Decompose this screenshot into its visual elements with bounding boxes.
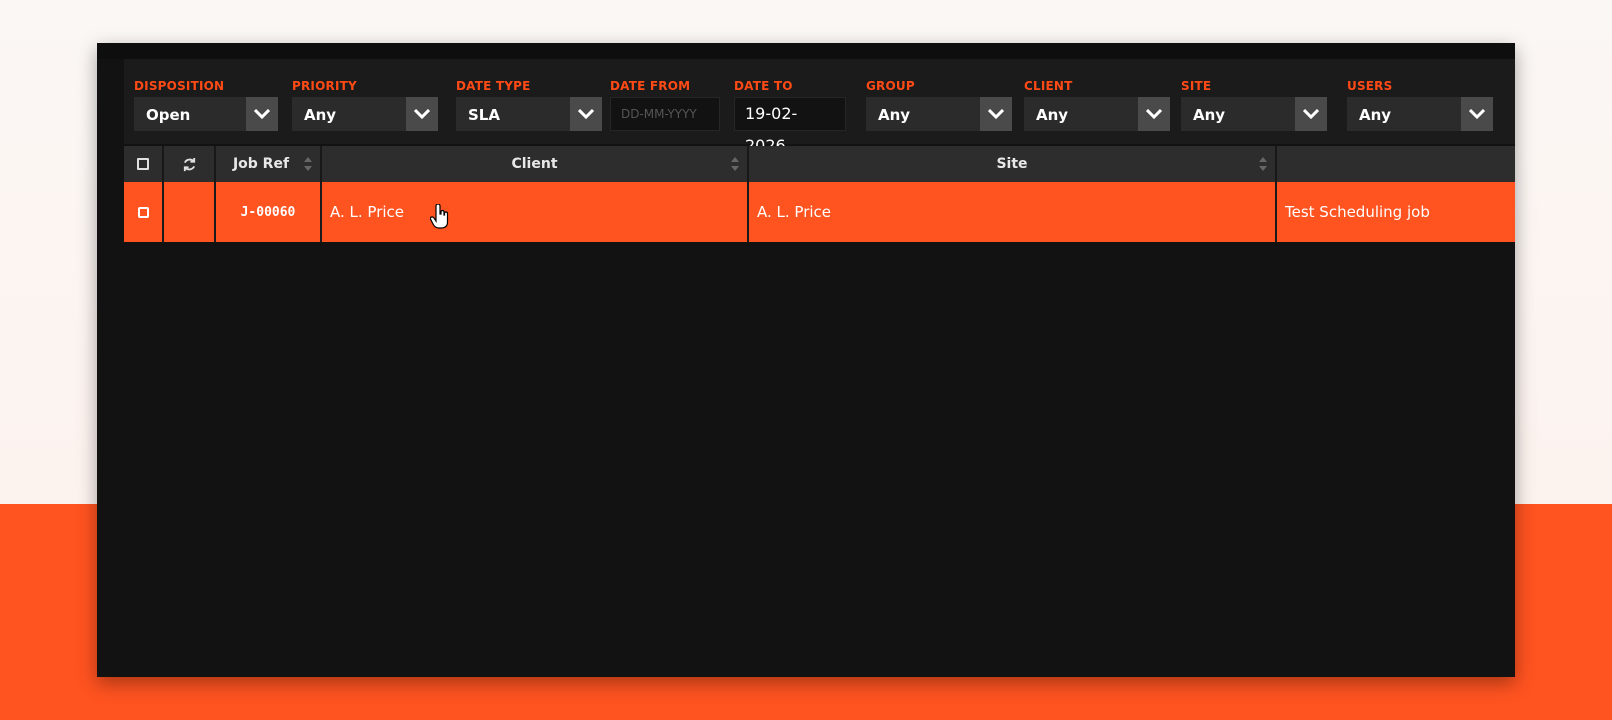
select-all-column[interactable] [124,146,164,182]
filter-group: GROUP Any [856,59,1012,144]
filter-label: USERS [1347,79,1393,93]
job-ref-cell[interactable]: J-00060 [216,182,322,242]
client-select[interactable]: Any [1024,97,1170,131]
disposition-select[interactable]: Open [134,97,278,131]
filter-priority: PRIORITY Any [282,59,442,144]
group-select[interactable]: Any [866,97,1012,131]
chevron-down-icon[interactable] [406,97,438,131]
top-strip [97,43,1515,59]
users-select[interactable]: Any [1347,97,1493,131]
filter-label: DISPOSITION [134,79,225,93]
filter-bar: DISPOSITION Open PRIORITY Any DATE TYPE … [124,59,1515,155]
chevron-down-icon[interactable] [1295,97,1327,131]
chevron-down-icon[interactable] [570,97,602,131]
sort-icon[interactable] [1259,157,1267,171]
row-refresh-cell [164,182,216,242]
select-value: Any [1036,106,1069,124]
refresh-icon[interactable] [182,157,197,172]
filter-label: DATE TYPE [456,79,531,93]
filter-label: SITE [1181,79,1212,93]
filter-client: CLIENT Any [1014,59,1170,144]
client-cell[interactable]: A. L. Price [322,182,749,242]
chevron-down-icon[interactable] [1138,97,1170,131]
date-from-input[interactable]: DD-MM-YYYY [610,97,720,131]
select-all-checkbox[interactable] [137,158,149,170]
hand-pointer-icon [430,204,449,229]
chevron-down-icon[interactable] [246,97,278,131]
column-header-site[interactable]: Site [749,146,1277,182]
priority-select[interactable]: Any [292,97,438,131]
select-value: Any [1359,106,1392,124]
filter-label: DATE TO [734,79,793,93]
select-value: Any [304,106,337,124]
select-value: Open [146,106,191,124]
column-header-label: Job Ref [232,156,290,172]
filter-date-from: DATE FROM DD-MM-YYYY [600,59,720,144]
select-value: Any [1193,106,1226,124]
filter-users: USERS Any [1337,59,1497,144]
description-cell[interactable]: Test Scheduling job [1277,182,1515,242]
chevron-down-icon[interactable] [980,97,1012,131]
filter-label: CLIENT [1024,79,1073,93]
row-select-cell[interactable] [124,182,164,242]
sort-icon[interactable] [304,157,312,171]
refresh-column[interactable] [164,146,216,182]
filter-label: DATE FROM [610,79,691,93]
column-header-label: Client [511,156,558,172]
filter-date-type: DATE TYPE SLA [446,59,606,144]
filter-label: PRIORITY [292,79,357,93]
sort-icon[interactable] [731,157,739,171]
jobs-panel: DISPOSITION Open PRIORITY Any DATE TYPE … [97,43,1515,677]
filter-site: SITE Any [1171,59,1327,144]
filter-label: GROUP [866,79,915,93]
select-value: SLA [468,106,500,124]
column-header-client[interactable]: Client [322,146,749,182]
row-checkbox[interactable] [137,206,149,218]
table-header: Job Ref Client Site [124,146,1515,182]
date-to-input[interactable]: 19-02-2026 [734,97,846,155]
table-row[interactable]: J-00060 A. L. Price A. L. Price Test Sch… [124,182,1515,242]
select-value: Any [878,106,911,124]
column-header-job-ref[interactable]: Job Ref [216,146,322,182]
site-select[interactable]: Any [1181,97,1327,131]
chevron-down-icon[interactable] [1461,97,1493,131]
filter-disposition: DISPOSITION Open [124,59,278,144]
site-cell[interactable]: A. L. Price [749,182,1277,242]
filter-date-to: DATE TO 19-02-2026 [724,59,846,155]
date-type-select[interactable]: SLA [456,97,602,131]
column-header-label: Site [996,156,1028,172]
column-header-description[interactable] [1277,146,1515,182]
